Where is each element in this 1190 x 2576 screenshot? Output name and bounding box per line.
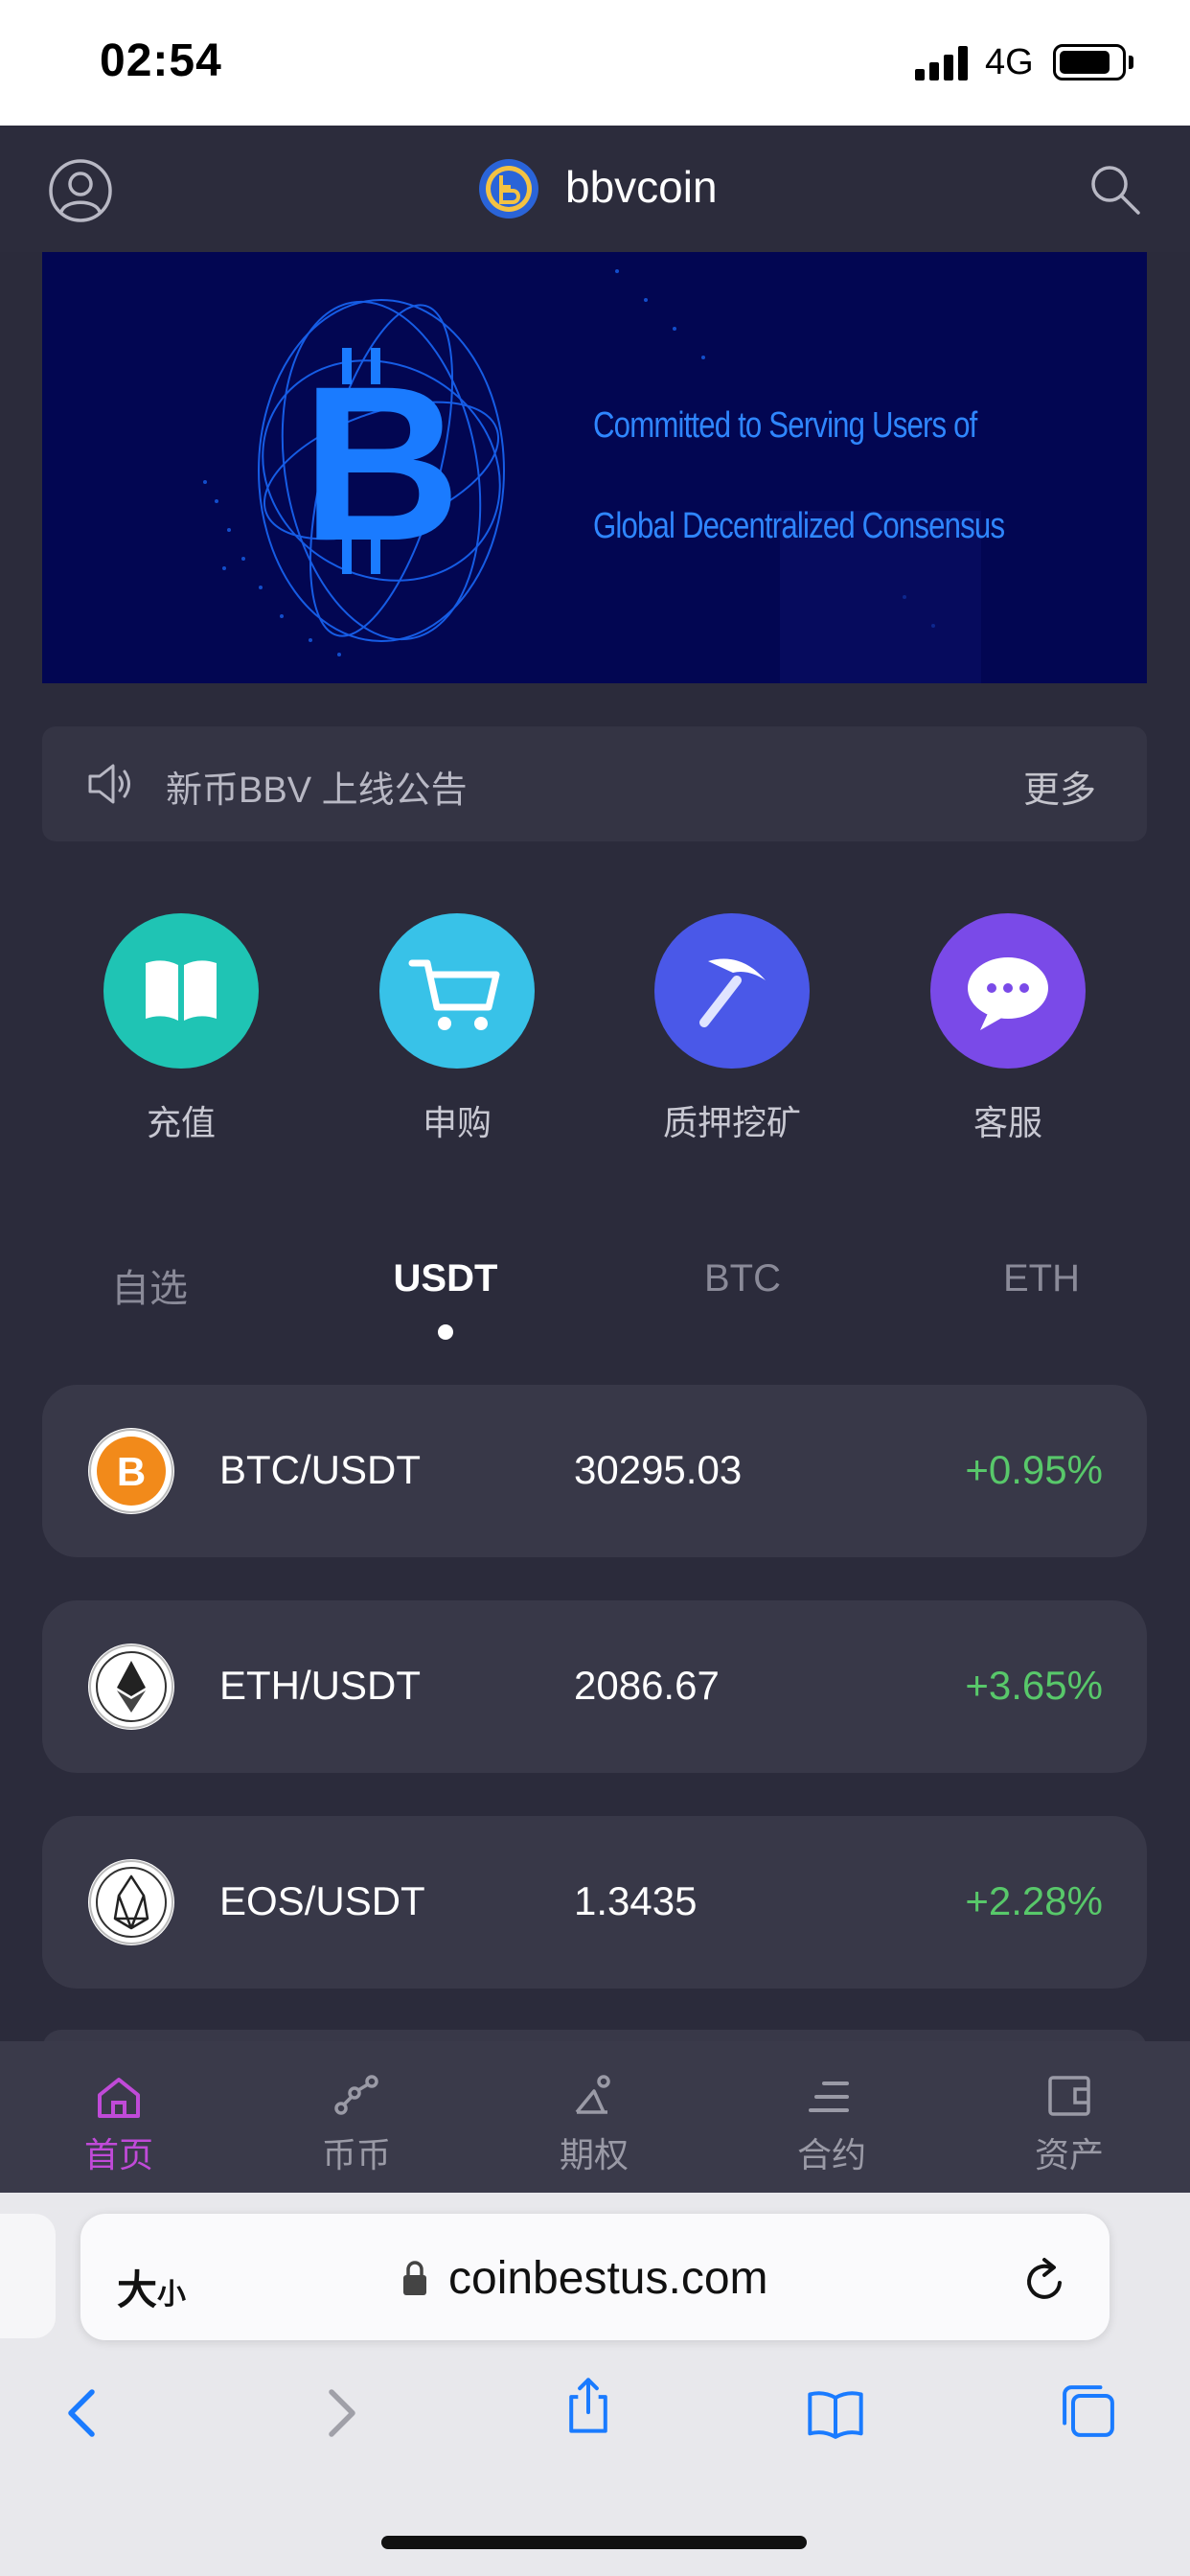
previous-tab-preview[interactable] xyxy=(0,2214,56,2338)
tab-usdt[interactable]: USDT xyxy=(350,1257,541,1300)
nav-options[interactable]: 期权 xyxy=(517,2060,671,2185)
nav-exchange[interactable]: 币币 xyxy=(280,2060,433,2185)
subscribe-button[interactable] xyxy=(379,913,535,1069)
banner-headline-2: Global Decentralized Consensus xyxy=(593,506,1005,546)
recharge-button[interactable] xyxy=(103,913,259,1069)
options-icon xyxy=(575,2075,610,2114)
nav-label: 首页 xyxy=(83,2135,153,2174)
nav-label: 期权 xyxy=(559,2135,629,2174)
logo-icon xyxy=(479,159,538,218)
eos-icon xyxy=(88,1859,174,1945)
pair-name: EOS/USDT xyxy=(219,1878,425,1923)
battery-icon xyxy=(1053,44,1126,80)
nav-label: 合约 xyxy=(796,2135,866,2174)
home-indicator xyxy=(381,2536,807,2549)
share-icon[interactable] xyxy=(558,2375,619,2436)
nav-home[interactable]: 首页 xyxy=(42,2060,195,2185)
tabs-icon[interactable] xyxy=(1058,2380,1119,2442)
last-price: 30295.03 xyxy=(574,1447,743,1492)
promo-banner[interactable]: B Committed to Serving Users of Global D… xyxy=(42,252,1147,683)
staking-mining-button[interactable] xyxy=(654,913,810,1069)
quick-action-label: 质押挖矿 xyxy=(662,1103,801,1142)
tab-btc[interactable]: BTC xyxy=(647,1257,838,1300)
price-change: +0.95% xyxy=(965,1447,1103,1492)
customer-service-button[interactable] xyxy=(930,913,1086,1069)
back-icon[interactable] xyxy=(54,2382,115,2444)
last-price: 1.3435 xyxy=(574,1878,698,1923)
contract-icon xyxy=(809,2082,849,2112)
banner-headline-1: Committed to Serving Users of xyxy=(593,405,977,446)
nav-assets[interactable]: 资产 xyxy=(993,2060,1146,2185)
announcement-text[interactable]: 新币BBV 上线公告 xyxy=(166,760,468,813)
market-row[interactable]: EOS/USDT 1.3435 +2.28% xyxy=(42,1816,1147,1989)
book-icon xyxy=(146,960,217,1021)
pickaxe-icon xyxy=(699,958,766,1027)
app-title: bbvcoin xyxy=(565,162,718,212)
signal-icon xyxy=(915,46,968,80)
status-time: 02:54 xyxy=(100,35,222,86)
quick-action-label: 客服 xyxy=(973,1103,1042,1142)
nav-label: 币币 xyxy=(321,2135,391,2174)
speaker-icon xyxy=(88,764,130,804)
profile-icon[interactable] xyxy=(48,158,113,223)
chat-icon xyxy=(968,957,1048,1030)
svg-text:B: B xyxy=(302,340,461,586)
last-price: 2086.67 xyxy=(574,1663,720,1708)
bottom-nav: 首页 币币 期权 合约 资产 xyxy=(0,2041,1190,2193)
price-change: +2.28% xyxy=(965,1878,1103,1923)
text-size-small: 小 xyxy=(157,2279,187,2311)
network-type: 4G xyxy=(985,42,1034,82)
tab-eth[interactable]: ETH xyxy=(946,1257,1137,1300)
btc-icon: B xyxy=(88,1428,174,1514)
lock-icon xyxy=(403,2261,426,2295)
battery-tip xyxy=(1129,56,1133,69)
active-tab-indicator xyxy=(438,1324,453,1340)
exchange-icon xyxy=(334,2075,378,2115)
home-icon xyxy=(98,2078,140,2118)
price-change: +3.65% xyxy=(965,1663,1103,1708)
quick-action-label: 申购 xyxy=(422,1103,492,1142)
search-icon[interactable] xyxy=(1088,163,1142,217)
tab-favorites[interactable]: 自选 xyxy=(54,1257,245,1313)
text-size-large: 大 xyxy=(117,2267,158,2312)
wallet-icon xyxy=(1048,2076,1090,2116)
text-size-button[interactable]: 大小 xyxy=(117,2258,186,2316)
nav-label: 资产 xyxy=(1034,2135,1104,2174)
more-link[interactable]: 更多 xyxy=(1023,760,1096,813)
market-row[interactable]: B BTC/USDT 30295.03 +0.95% xyxy=(42,1385,1147,1557)
pair-name: ETH/USDT xyxy=(219,1663,421,1708)
svg-text:B: B xyxy=(117,1449,146,1494)
bitcoin-globe-icon: B xyxy=(203,269,981,683)
eth-icon xyxy=(88,1644,174,1730)
bookmarks-icon[interactable] xyxy=(805,2382,866,2444)
reload-icon[interactable] xyxy=(1021,2256,1069,2306)
pair-name: BTC/USDT xyxy=(219,1447,421,1492)
forward-icon[interactable] xyxy=(309,2382,370,2444)
cart-icon xyxy=(408,959,500,1030)
nav-contract[interactable]: 合约 xyxy=(755,2060,908,2185)
quick-action-label: 充值 xyxy=(146,1103,216,1142)
url-text[interactable]: coinbestus.com xyxy=(448,2252,768,2305)
market-row[interactable]: ETH/USDT 2086.67 +3.65% xyxy=(42,1600,1147,1773)
